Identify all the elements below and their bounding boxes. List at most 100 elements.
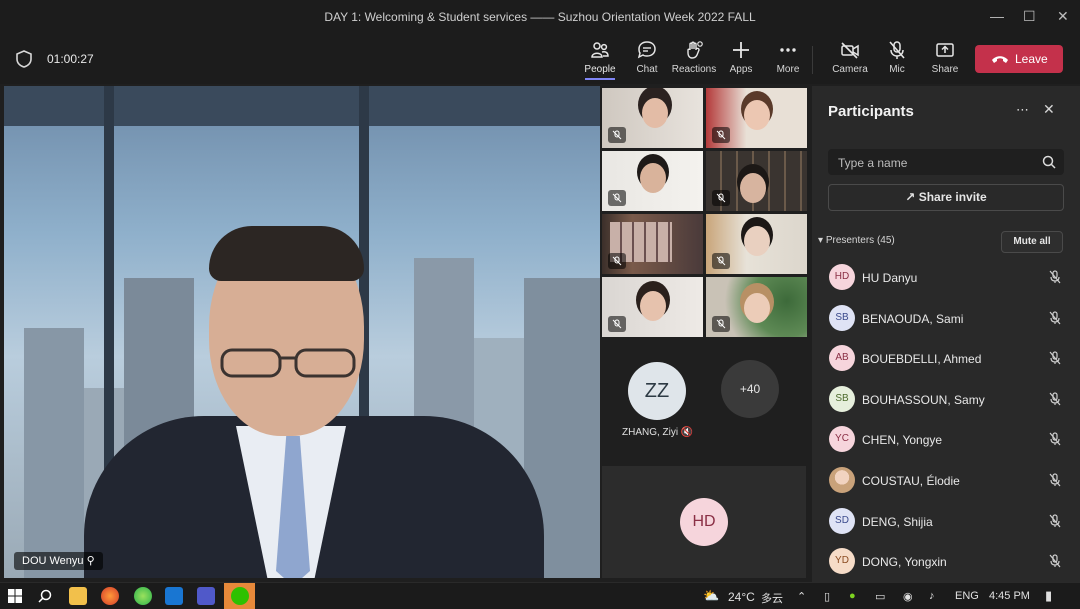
mute-all-button[interactable]: Mute all (1001, 231, 1063, 253)
participant-name: BOUHASSOUN, Samy (862, 392, 985, 407)
mic-off-icon[interactable] (1048, 392, 1062, 406)
participant-row[interactable]: AB BOUEBDELLI, Ahmed (812, 337, 1080, 378)
more-participants-button[interactable]: +40 (721, 360, 779, 418)
share-button[interactable]: Share (920, 40, 970, 75)
taskbar-search-icon[interactable] (38, 589, 52, 603)
hang-up-icon (992, 56, 1008, 63)
camera-button[interactable]: Camera (825, 40, 875, 75)
participant-avatar: HD (829, 264, 855, 290)
main-speaker-video[interactable]: DOU Wenyu ⚲ (4, 86, 600, 578)
participant-video-tile[interactable] (706, 88, 807, 148)
share-invite-label: Share invite (918, 190, 987, 204)
wechat-taskbar-button[interactable] (224, 583, 255, 609)
close-window-icon[interactable]: ✕ (1057, 8, 1069, 25)
people-button[interactable]: People (575, 40, 625, 80)
participant-row[interactable]: YD DONG, Yongxin (812, 540, 1080, 581)
participant-avatar: SB (829, 304, 855, 331)
teams-icon[interactable] (197, 587, 215, 605)
apps-label: Apps (729, 64, 753, 75)
firefox-icon[interactable] (101, 587, 119, 605)
participant-video-tile[interactable] (706, 277, 807, 337)
tile-mic-off-icon (608, 316, 626, 332)
participant-video-tile[interactable] (602, 151, 703, 211)
people-icon (591, 42, 609, 58)
share-invite-icon: ↗ (905, 190, 916, 204)
participant-row[interactable]: YC CHEN, Yongye (812, 418, 1080, 459)
participant-row[interactable]: HD HU Danyu (812, 256, 1080, 297)
hd-participant-tile[interactable]: HD (602, 466, 806, 578)
more-options-icon[interactable]: ⋯ (1016, 102, 1029, 118)
outlook-icon[interactable] (165, 587, 183, 605)
participant-video-tile[interactable] (602, 88, 703, 148)
participant-row[interactable]: SB BENAOUDA, Sami (812, 297, 1080, 338)
zz-avatar[interactable]: ZZ (628, 362, 686, 420)
clock[interactable]: 4:45 PM (989, 590, 1030, 602)
more-label: More (776, 64, 800, 75)
participant-avatar: YC (829, 426, 855, 453)
zz-name: ZHANG, Ziyi (622, 427, 679, 438)
weather-desc[interactable]: 多云 (761, 590, 783, 606)
speaker-hair (209, 226, 364, 281)
weather-temp[interactable]: 24°C (728, 590, 755, 604)
speaker-name-tag: DOU Wenyu ⚲ (14, 552, 103, 570)
notification-icon[interactable]: ▮ (1045, 588, 1052, 604)
mic-off-icon[interactable] (1048, 432, 1062, 446)
participant-name: BENAOUDA, Sami (862, 311, 964, 326)
chat-icon (637, 41, 656, 59)
camera-label: Camera (832, 64, 868, 75)
tile-mic-off-icon (712, 190, 730, 206)
security-app-icon[interactable]: ● (849, 590, 856, 602)
search-icon[interactable] (1042, 155, 1056, 169)
participant-avatar: AB (829, 345, 855, 372)
weather-icon: ⛅ (703, 588, 720, 603)
leave-button[interactable]: Leave (975, 45, 1063, 73)
maximize-icon[interactable]: ☐ (1023, 8, 1036, 25)
battery-icon[interactable]: ▭ (875, 590, 885, 603)
chat-button[interactable]: Chat (622, 40, 672, 75)
participant-video-tile[interactable] (602, 277, 703, 337)
mic-off-icon[interactable] (1048, 310, 1062, 325)
mic-off-icon[interactable] (1048, 513, 1062, 528)
meeting-timer: 01:00:27 (47, 52, 94, 66)
mic-off-icon[interactable] (1048, 473, 1062, 487)
usb-icon[interactable]: ▯ (824, 590, 830, 603)
windows-start-icon[interactable] (8, 589, 22, 603)
participant-name: COUSTAU, Élodie (862, 473, 960, 488)
leave-label: Leave (1015, 52, 1048, 66)
apps-icon (733, 42, 749, 58)
participant-video-tile[interactable] (602, 214, 703, 274)
participant-row[interactable]: SD DENG, Shijia (812, 500, 1080, 541)
participant-list: HD HU Danyu SB BENAOUDA, Sami AB BOUEBDELLI, … (812, 256, 1080, 581)
mic-off-icon[interactable] (1048, 554, 1062, 568)
chevron-up-icon[interactable]: ⌃ (797, 590, 806, 603)
window-titlebar: DAY 1: Welcoming & Student services —— S… (0, 0, 1080, 34)
participant-video-tile[interactable] (706, 214, 807, 274)
participant-face (744, 293, 770, 323)
reactions-button[interactable]: Reactions (669, 40, 719, 75)
chrome-icon[interactable] (134, 587, 152, 605)
apps-button[interactable]: Apps (716, 40, 766, 75)
mic-button[interactable]: Mic (872, 40, 922, 75)
presenters-section-header[interactable]: ▾ Presenters (45) (818, 235, 895, 246)
participant-row[interactable]: COUSTAU, Élodie (812, 459, 1080, 500)
zz-name-tag: ZHANG, Ziyi 🔇 (622, 427, 693, 438)
tile-mic-off-icon (712, 127, 730, 143)
search-input[interactable] (828, 149, 1040, 177)
more-button[interactable]: More (763, 40, 813, 75)
mic-off-icon[interactable] (1048, 351, 1062, 365)
language-indicator[interactable]: ENG (955, 590, 979, 602)
mic-off-icon[interactable] (1048, 270, 1062, 284)
participant-video-tile[interactable] (706, 151, 807, 211)
share-invite-button[interactable]: ↗ Share invite (828, 184, 1064, 211)
tile-mic-off-icon (712, 253, 730, 269)
participant-row[interactable]: SB BOUHASSOUN, Samy (812, 378, 1080, 419)
file-explorer-icon[interactable] (69, 587, 87, 605)
wechat-icon (231, 587, 249, 605)
close-panel-icon[interactable]: ✕ (1043, 101, 1055, 118)
volume-icon[interactable]: ♪ (929, 590, 935, 602)
minimize-icon[interactable]: — (990, 8, 1004, 24)
pin-icon[interactable]: ⚲ (87, 555, 95, 567)
camera-off-icon (841, 42, 859, 59)
network-icon[interactable]: ◉ (903, 590, 913, 603)
search-field[interactable] (828, 149, 1064, 177)
